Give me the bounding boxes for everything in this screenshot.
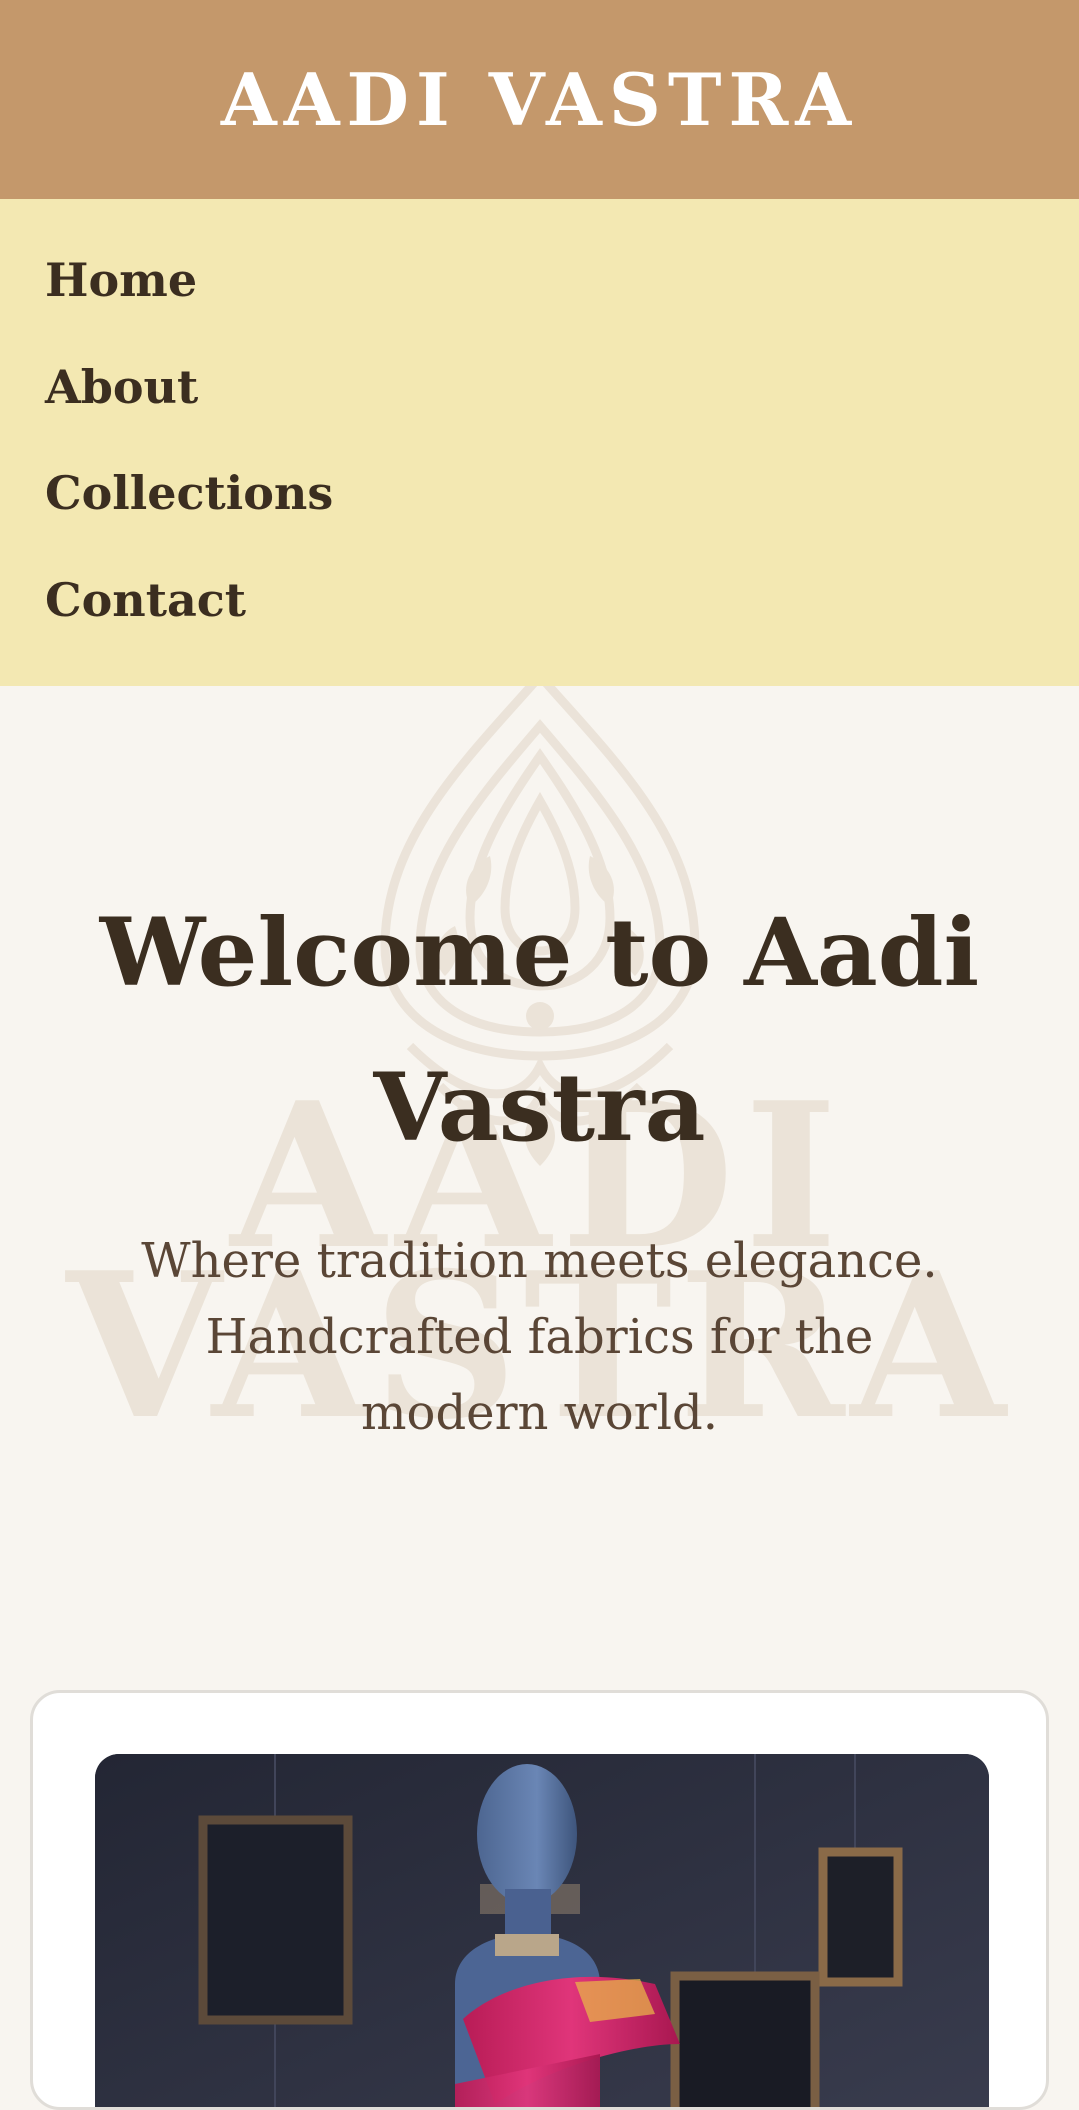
nav-item-contact[interactable]: Contact [45,577,246,623]
card-image-mannequin-saree[interactable] [95,1754,989,2107]
hero-title: Welcome to Aadi Vastra [99,898,980,1163]
collection-card[interactable] [30,1690,1049,2110]
nav-item-home[interactable]: Home [45,257,197,303]
brand-title[interactable]: AADI VASTRA [221,57,858,142]
nav-item-collections[interactable]: Collections [45,470,333,516]
hero-section: AADI VASTRA Welcome to Aadi Vastra Where… [0,686,1079,1686]
nav-item-about[interactable]: About [45,364,198,410]
mannequin-saree-image [95,1754,989,2107]
site-header: AADI VASTRA [0,0,1079,199]
hero-subtitle: Where tradition meets elegance. Handcraf… [141,1233,938,1441]
main-nav: Home About Collections Contact [0,199,1079,686]
